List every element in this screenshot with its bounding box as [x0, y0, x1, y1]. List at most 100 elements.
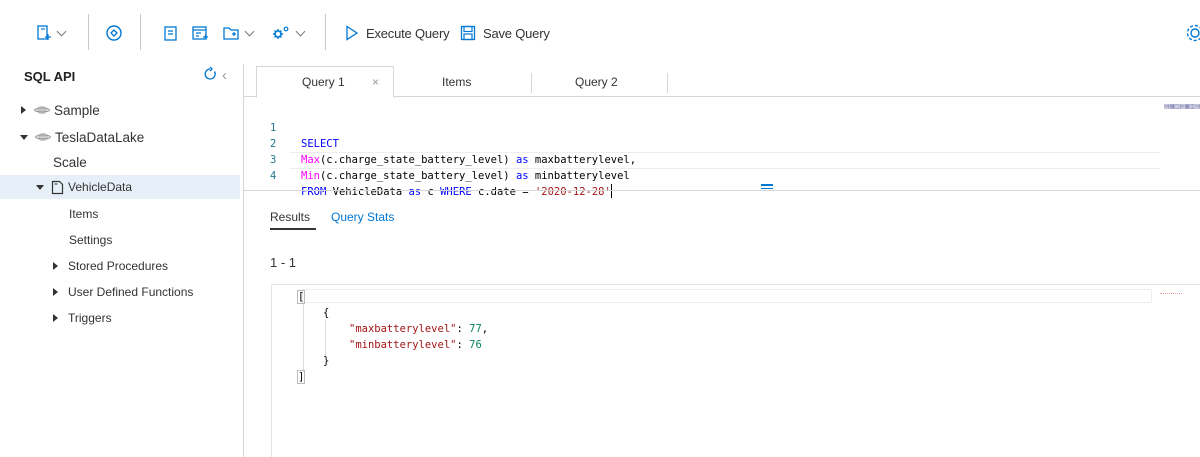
- tree-item-user-defined-functions[interactable]: User Defined Functions: [0, 280, 240, 304]
- settings-gear-icon: [273, 26, 289, 39]
- line-number: 3: [270, 154, 277, 166]
- resource-tree-panel: SQL API ‹ Sample TeslaDataLake Scale Veh…: [0, 64, 244, 457]
- sql-text: minbatterylevel: [528, 170, 630, 182]
- sql-keyword: as: [515, 170, 529, 182]
- expand-arrow-icon: [53, 262, 58, 270]
- new-stored-procedure-button[interactable]: [192, 21, 209, 45]
- text-cursor: [610, 184, 613, 198]
- line-number: 2: [270, 138, 277, 150]
- sql-function: Max: [301, 154, 320, 166]
- results-minimap[interactable]: [1160, 293, 1182, 296]
- tree-item-tesladatalake-database[interactable]: TeslaDataLake: [0, 125, 240, 149]
- json-close-bracket: ]: [296, 370, 306, 384]
- refresh-icon: [204, 66, 216, 80]
- new-sql-query-button[interactable]: [163, 21, 178, 45]
- tab-label: Items: [442, 75, 472, 89]
- sql-text: maxbatterylevel,: [528, 154, 637, 166]
- tab-label: Query 1: [302, 75, 345, 89]
- close-tab-icon[interactable]: ×: [372, 75, 379, 89]
- tab-label: Query 2: [575, 75, 618, 89]
- tab-query-2[interactable]: Query 2: [575, 66, 618, 98]
- execute-query-label: Execute Query: [366, 25, 450, 41]
- sql-keyword: SELECT: [301, 138, 339, 150]
- chevron-down-icon: [295, 26, 306, 36]
- document-collection-icon: [51, 180, 64, 194]
- code-line-1: 1 SELECT: [244, 104, 339, 150]
- line-number: 1: [270, 122, 277, 134]
- results-viewer[interactable]: [271, 284, 1200, 457]
- refresh-button[interactable]: [202, 66, 218, 85]
- query-editor[interactable]: 1 SELECT 2 Max(c.charge_state_battery_le…: [244, 98, 1200, 198]
- tree-item-label: User Defined Functions: [68, 285, 194, 299]
- expand-arrow-icon: [53, 314, 58, 322]
- sql-text: VehicleData: [326, 186, 409, 198]
- json-row-minbatterylevel: "minbatterylevel": 76: [349, 339, 482, 351]
- tab-items[interactable]: Items: [442, 66, 471, 98]
- tab-separator: [667, 73, 668, 93]
- database-icon: [35, 133, 51, 141]
- collapse-icon: ‹: [222, 67, 227, 84]
- tree-item-label: Sample: [54, 102, 100, 118]
- expand-arrow-icon: [21, 106, 26, 114]
- json-close-brace: }: [323, 355, 330, 367]
- json-open-bracket: [: [296, 290, 306, 304]
- editor-minimap[interactable]: ▤▦▥▤▦▥▤: [1164, 103, 1200, 110]
- tree-item-triggers[interactable]: Triggers: [0, 306, 240, 330]
- toolbar-separator: [325, 14, 326, 50]
- sql-string: '2020-12-28': [534, 186, 611, 198]
- toolbar-separator: [88, 14, 89, 50]
- tab-results[interactable]: Results: [270, 210, 310, 224]
- chevron-down-icon: [244, 26, 255, 36]
- tree-item-settings[interactable]: Settings: [0, 228, 240, 252]
- sql-keyword: FROM: [301, 186, 327, 198]
- sql-text: (c.charge_state_battery_level): [319, 154, 516, 166]
- line-number: 4: [270, 170, 277, 182]
- tree-item-label: Items: [69, 207, 99, 221]
- tree-item-stored-procedures[interactable]: Stored Procedures: [0, 254, 240, 278]
- collapse-sidebar-button[interactable]: ‹: [222, 67, 227, 84]
- new-container-button[interactable]: [36, 21, 67, 45]
- expand-arrow-icon: [53, 288, 58, 296]
- sql-function: Min: [301, 170, 320, 182]
- tree-item-label: Settings: [69, 233, 113, 247]
- collapse-arrow-icon: [36, 184, 44, 190]
- save-query-icon: [460, 25, 476, 41]
- code-line-4: 4 FROM VehicleData as c WHERE c.date = '…: [244, 152, 613, 198]
- active-tab-underline: [270, 228, 316, 230]
- indent-guide: [303, 304, 304, 372]
- gear-menu-button[interactable]: [271, 21, 306, 45]
- tree-item-label: TeslaDataLake: [55, 129, 145, 145]
- editor-results-splitter[interactable]: [244, 190, 1200, 191]
- settings-button[interactable]: [1184, 22, 1200, 47]
- splitter-drag-handle[interactable]: [761, 184, 773, 191]
- api-title: SQL API: [24, 69, 76, 84]
- sql-text: (c.charge_state_battery_level): [319, 170, 516, 182]
- new-database-button[interactable]: [105, 21, 123, 45]
- result-count: 1 - 1: [270, 255, 297, 270]
- tree-item-items[interactable]: Items: [0, 202, 240, 226]
- indent-guide: [325, 320, 326, 356]
- tree-item-sample-database[interactable]: Sample: [0, 98, 240, 122]
- sql-keyword: WHERE: [440, 186, 472, 198]
- open-query-button[interactable]: [222, 21, 255, 45]
- save-query-label: Save Query: [483, 25, 550, 41]
- tab-query-1[interactable]: Query 1 ×: [256, 66, 394, 98]
- tree-item-label: VehicleData: [68, 180, 133, 194]
- code-line-2: 2 Max(c.charge_state_battery_level) as m…: [244, 120, 636, 166]
- save-query-button[interactable]: Save Query: [460, 21, 550, 45]
- tree-item-label: Stored Procedures: [68, 259, 169, 273]
- database-icon: [34, 106, 50, 114]
- tab-query-stats[interactable]: Query Stats: [331, 210, 394, 224]
- tree-item-label: Triggers: [68, 311, 112, 325]
- tree-item-scale[interactable]: Scale: [0, 150, 240, 174]
- toolbar-separator: [140, 14, 141, 50]
- tree-item-vehicledata-container[interactable]: VehicleData: [0, 175, 240, 199]
- open-query-icon: [223, 26, 239, 40]
- command-bar: Execute Query Save Query: [0, 0, 1200, 64]
- execute-query-icon: [346, 25, 359, 41]
- collapse-arrow-icon: [20, 134, 28, 140]
- sql-text: c.date =: [471, 186, 535, 198]
- tab-separator: [531, 73, 532, 93]
- execute-query-button[interactable]: Execute Query: [345, 21, 450, 45]
- tab-strip: Query 1 × Items Query 2: [244, 64, 1200, 98]
